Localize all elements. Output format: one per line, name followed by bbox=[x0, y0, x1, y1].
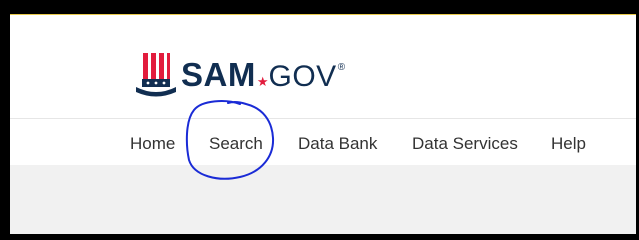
brand-gov-text: GOV bbox=[268, 60, 337, 93]
nav-item-search[interactable]: Search bbox=[209, 134, 263, 154]
uncle-sam-hat-icon bbox=[136, 53, 176, 97]
top-rule bbox=[10, 14, 636, 21]
brand-star-icon: ★ bbox=[256, 74, 269, 89]
browser-viewport: SAM ★ GOV ® Home Search Data Bank Data S… bbox=[10, 14, 636, 234]
brand-sam-text: SAM bbox=[181, 56, 256, 93]
sam-gov-logo[interactable]: SAM ★ GOV ® bbox=[134, 47, 345, 97]
registered-mark: ® bbox=[337, 62, 346, 73]
content-area bbox=[10, 165, 636, 234]
nav-item-home[interactable]: Home bbox=[130, 134, 175, 154]
main-nav: Home Search Data Bank Data Services Help bbox=[10, 119, 636, 167]
nav-item-data-bank[interactable]: Data Bank bbox=[298, 134, 377, 154]
brand-wordmark: SAM ★ GOV ® bbox=[181, 56, 345, 94]
site-header: SAM ★ GOV ® bbox=[10, 21, 636, 117]
nav-item-data-services[interactable]: Data Services bbox=[412, 134, 518, 154]
nav-item-help[interactable]: Help bbox=[551, 134, 586, 154]
